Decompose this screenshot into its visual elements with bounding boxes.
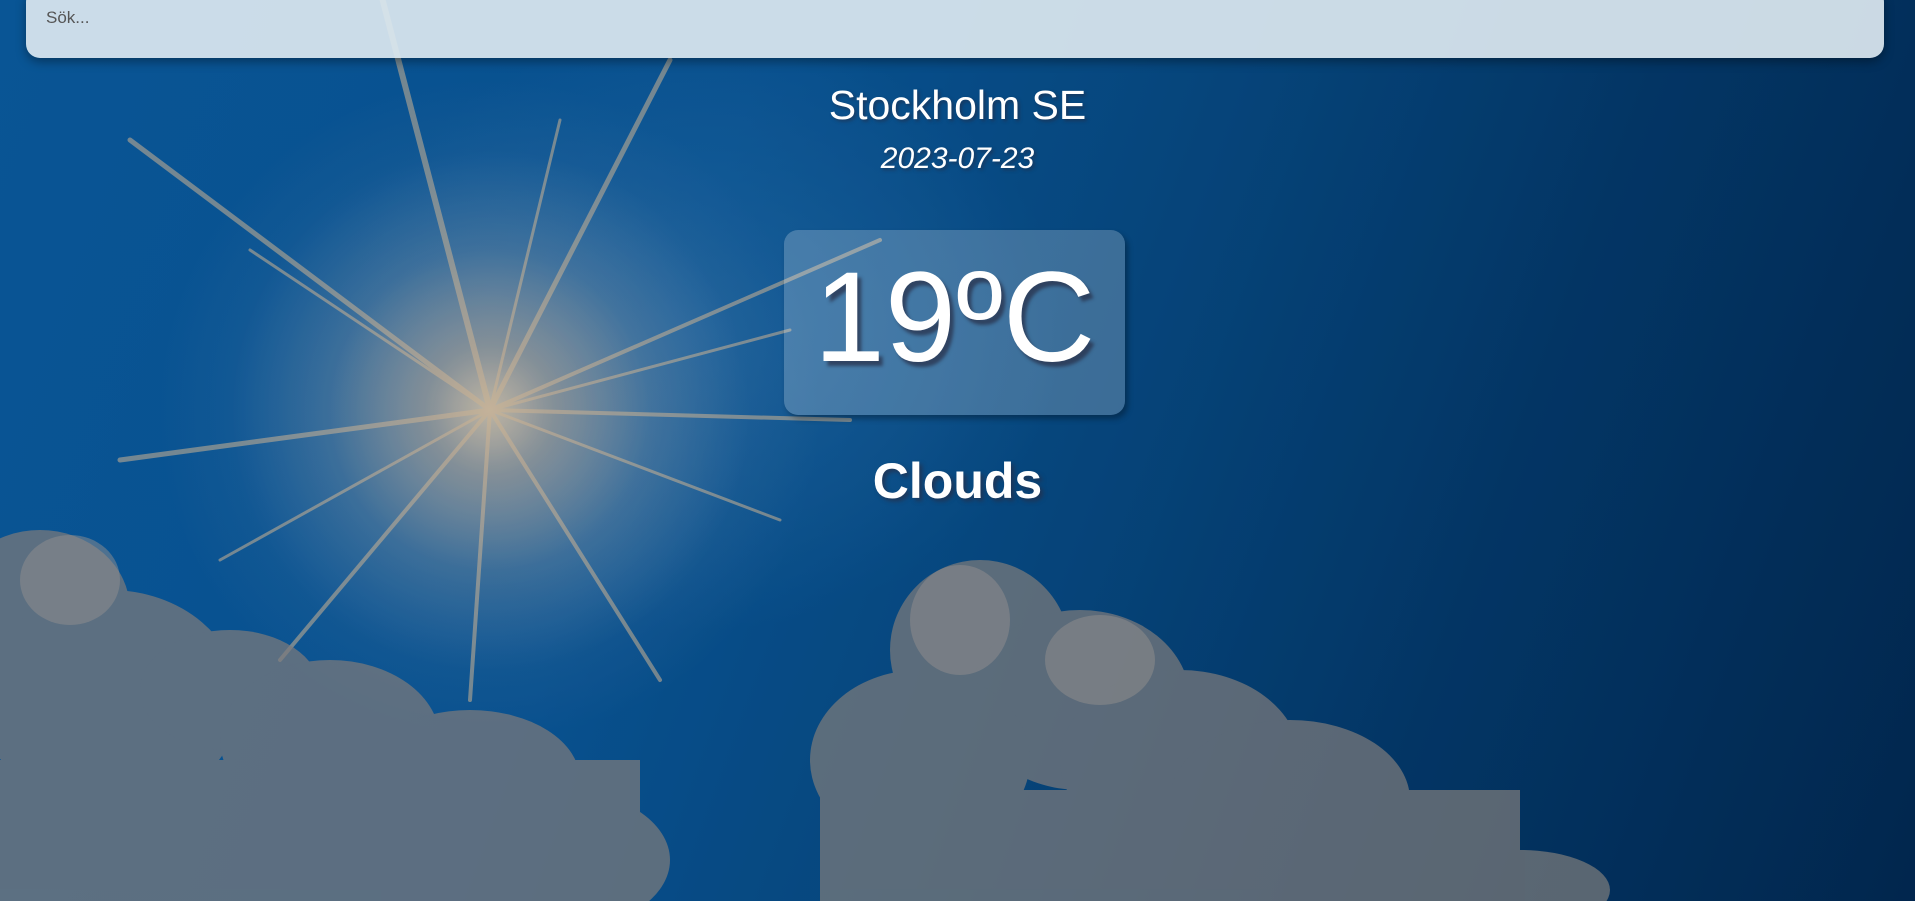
- search-input[interactable]: [44, 0, 1866, 36]
- weather-condition: Clouds: [872, 453, 1043, 509]
- city-name: Stockholm SE: [828, 82, 1087, 128]
- weather-app: Stockholm SE 2023-07-23 19ºC Clouds: [0, 0, 1915, 901]
- temperature-value: 19ºC: [813, 246, 1096, 389]
- current-date: 2023-07-23: [880, 142, 1035, 175]
- search-bar: [26, 0, 1884, 58]
- clouds-background: [0, 0, 1915, 901]
- temperature-card: 19ºC: [784, 230, 1125, 415]
- sun-rays-background: [117, 0, 882, 702]
